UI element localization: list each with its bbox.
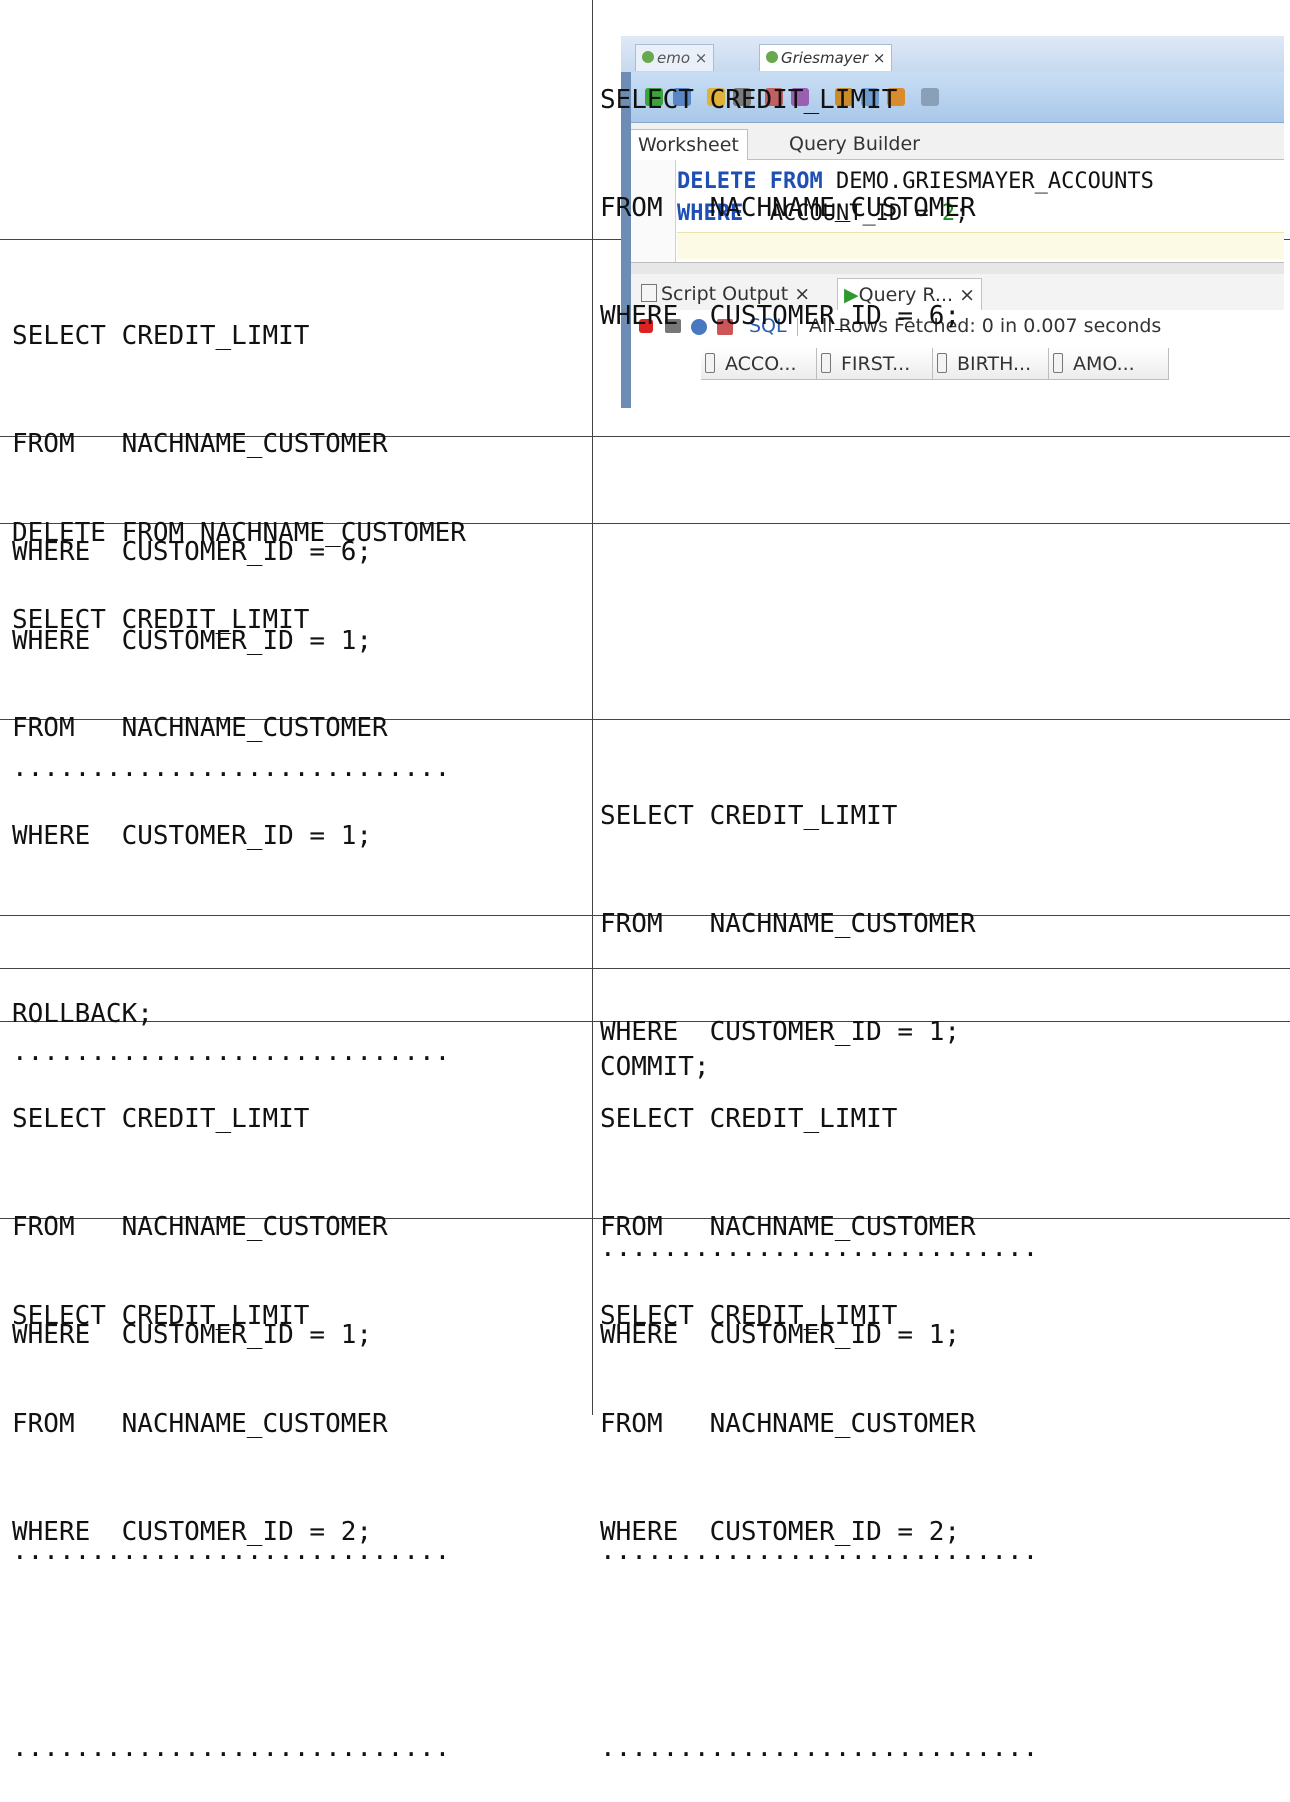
dots-line: ............................ xyxy=(600,235,1039,265)
column-divider xyxy=(592,0,593,1415)
column-label: AMO... xyxy=(1073,353,1135,375)
sql-line: SELECT CREDIT_LIMIT xyxy=(600,85,898,115)
sql-line: FROM NACHNAME_CUSTOMER xyxy=(12,1409,388,1439)
dots-line: ............................ xyxy=(12,1733,451,1763)
sql-line: FROM NACHNAME_CUSTOMER xyxy=(12,713,388,743)
sql-line: SELECT CREDIT_LIMIT xyxy=(12,1104,310,1134)
sql-line: SELECT CREDIT_LIMIT xyxy=(600,1301,898,1331)
sql-line: WHERE CUSTOMER_ID = 1; xyxy=(12,821,373,851)
sql-line: SELECT CREDIT_LIMIT xyxy=(600,1104,898,1134)
sql-cell: SELECT CREDIT_LIMIT FROM NACHNAME_CUSTOM… xyxy=(12,1226,450,1802)
sql-line: SELECT CREDIT_LIMIT xyxy=(12,321,310,351)
sql-cell: SELECT CREDIT_LIMIT FROM NACHNAME_CUSTOM… xyxy=(600,1226,1038,1802)
sql-line: ROLLBACK; xyxy=(12,999,153,1029)
sql-line: WHERE CUSTOMER_ID = 2; xyxy=(12,1517,373,1547)
ellipsis-dots: ............................ xyxy=(600,160,1038,304)
dots-line: ............................ xyxy=(600,1733,1039,1763)
column-sort-icon xyxy=(1053,353,1063,373)
sql-line: FROM NACHNAME_CUSTOMER xyxy=(600,1409,976,1439)
sql-line: WHERE CUSTOMER_ID = 2; xyxy=(600,1517,961,1547)
sql-line: FROM NACHNAME_CUSTOMER xyxy=(600,909,976,939)
sql-line: SELECT CREDIT_LIMIT xyxy=(12,1301,310,1331)
sql-line: SELECT CREDIT_LIMIT xyxy=(600,801,898,831)
sql-line: SELECT CREDIT_LIMIT xyxy=(12,605,310,635)
column-header[interactable]: AMO... xyxy=(1049,348,1169,380)
